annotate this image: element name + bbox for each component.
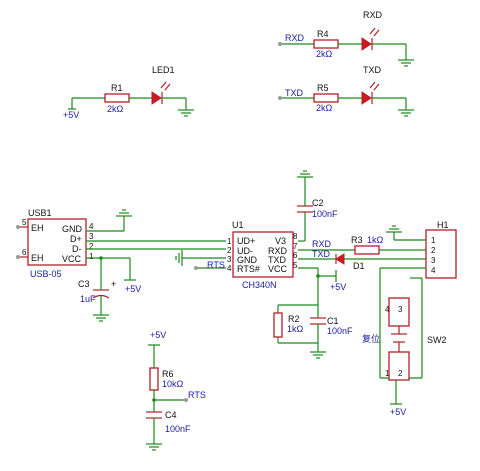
r4-ref: R4 [317,29,329,39]
u1-pin-rts: RTS# [237,264,260,274]
rxd-line-label: RXD [312,239,332,249]
r6-rts-label: RTS [188,390,206,400]
r1-ref: R1 [111,83,123,93]
u1-ref: U1 [232,220,244,230]
r5-resistor [313,93,339,103]
r3-resistor [354,245,380,255]
c1-ref: C1 [327,316,339,326]
rxd-led-circuit: RXD R4 2kΩ RXD [278,10,414,67]
r2-ref: R2 [288,314,300,324]
r4-value: 2kΩ [316,49,333,59]
r2-resistor [273,312,283,338]
svg-text:3: 3 [431,256,436,265]
svg-text:4: 4 [385,305,390,314]
svg-text:7: 7 [293,242,298,251]
c3-value: 1uF [80,294,96,304]
svg-text:8: 8 [293,232,298,241]
schematic-diagram: +5V R1 2kΩ LED1 RXD R4 2kΩ RXD TXD R5 2k… [16,10,457,451]
svg-text:2: 2 [398,369,403,378]
u1-pin-udplus: UD+ [237,236,255,246]
c1-value: 100nF [327,326,353,336]
usb-pin3-num: 3 [89,232,94,241]
usb-connector: USB1 5 6 EH EH GND D+ D- VCC 4 3 2 1 USB… [16,208,94,279]
rxd-led-diode [361,37,372,51]
txd-line-label: TXD [312,249,331,259]
usb-pin-vcc: VCC [62,254,82,264]
c4-ref: C4 [165,410,177,420]
svg-text:5: 5 [293,261,298,270]
r1-resistor [104,93,130,103]
sw2-5v-label: +5V [390,407,406,417]
u1-pin-vcc: VCC [268,264,288,274]
usb-pin-eh-top: EH [31,223,44,233]
svg-text:4: 4 [227,264,232,273]
r6-ref: R6 [162,369,174,379]
svg-text:2: 2 [227,246,232,255]
svg-text:4: 4 [431,266,436,275]
r5-ref: R5 [317,83,329,93]
rxd-net-label: RXD [285,33,305,43]
usb-pin4-num: 4 [89,222,94,231]
usb-pin-dplus: D+ [70,234,82,244]
usb-pin6-num: 6 [22,248,27,257]
r3-ref: R3 [351,235,363,245]
usb-pin1-num: 1 [89,252,94,261]
usb-pin-eh-bottom: EH [31,253,44,263]
c3-ref: C3 [78,279,90,289]
r1-value: 2kΩ [107,104,124,114]
led1-supply-label: +5V [63,110,79,120]
svg-text:+: + [111,279,116,289]
usb-pin-dminus: D- [72,244,82,254]
u1-rts-net-label: RTS [207,260,225,270]
txd-led-circuit: TXD R5 2kΩ TXD [278,65,414,117]
c2-ref: C2 [312,198,324,208]
svg-text:3: 3 [227,255,232,264]
r4-resistor [313,39,339,49]
sw2-ref: SW2 [427,335,447,345]
u1-5v-label: +5V [330,282,346,292]
r2-value: 1kΩ [287,324,304,334]
usb-pin-gnd: GND [62,224,83,234]
r5-value: 2kΩ [316,103,333,113]
txd-led-diode [361,91,372,105]
svg-text:6: 6 [293,251,298,260]
led1-circuit: +5V R1 2kΩ LED1 [63,65,194,120]
sw2-label: 复位 [362,333,380,344]
h1-header: H1 1 2 3 4 [425,220,457,279]
svg-text:1: 1 [227,237,232,246]
usb-part: USB-05 [30,269,62,279]
usb-5v-label: +5V [125,284,141,294]
d1-diode [335,253,345,265]
r3-value: 1kΩ [367,235,384,245]
txd-net-label: TXD [285,88,304,98]
h1-ref: H1 [437,220,449,230]
r6-resistor [149,367,159,391]
rxd-led-ref: RXD [363,10,383,20]
svg-text:3: 3 [398,305,403,314]
svg-text:1: 1 [385,369,390,378]
d1-ref: D1 [353,261,365,271]
txd-led-ref: TXD [363,65,382,75]
led1-diode [151,91,162,105]
led1-ref: LED1 [152,65,175,75]
usb-pin2-num: 2 [89,242,94,251]
u1-part: CH340N [242,280,277,290]
svg-text:2: 2 [431,246,436,255]
svg-text:1: 1 [431,236,436,245]
r6-5v-label: +5V [150,330,166,340]
u1-ch340n: U1 UD+ UD- GND RTS# 1 2 3 4 V3 RXD TXD V… [227,220,298,290]
c4-value: 100nF [165,424,191,434]
usb-ref: USB1 [28,208,52,218]
c3-capacitor: + C3 1uF [78,279,116,322]
usb-pin5-num: 5 [22,218,27,227]
r6-value: 10kΩ [162,379,184,389]
u1-pin-v3: V3 [275,236,286,246]
c2-value: 100nF [312,209,338,219]
sw2-reset-switch: 4 3 1 2 复位 SW2 [362,297,447,381]
